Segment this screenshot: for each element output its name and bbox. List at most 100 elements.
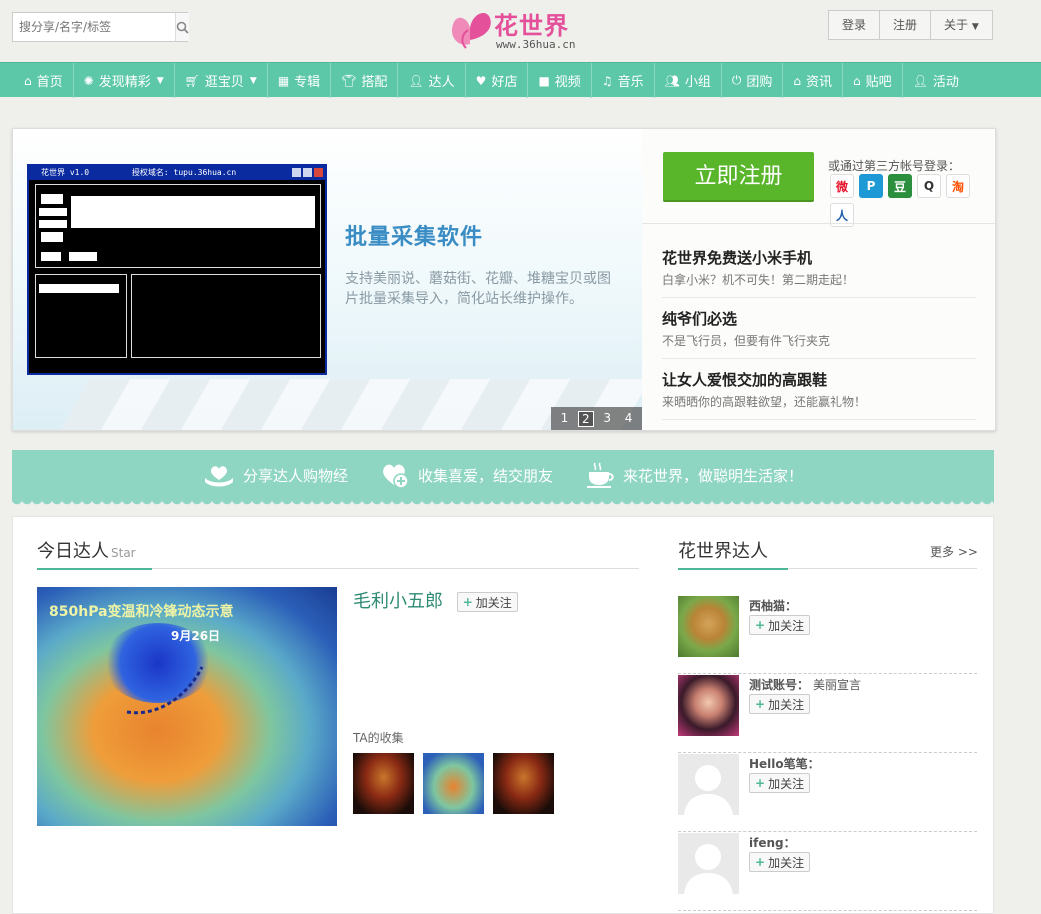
register-button[interactable]: 立即注册: [663, 152, 814, 202]
slide-page-4[interactable]: 4: [621, 411, 637, 427]
app-textarea: [71, 196, 315, 228]
nav-item-news[interactable]: ⌂ 资讯: [783, 63, 843, 98]
nav-label: 首页: [36, 75, 63, 90]
caret-down-icon: ▼: [249, 75, 257, 86]
about-menu[interactable]: 关于 ▼: [931, 11, 992, 39]
star-featured-image[interactable]: 850hPa变温和冷锋动态示意 9月26日: [37, 587, 337, 826]
register-link[interactable]: 注册: [880, 11, 932, 39]
expert-motto: 美丽宣言: [813, 678, 862, 692]
nav-item-forum[interactable]: ⌂ 贴吧: [843, 63, 903, 98]
expert-name[interactable]: 西柚猫：: [749, 597, 797, 614]
about-label: 关于: [944, 18, 969, 32]
slide-carousel[interactable]: 花世界 v1.0 授权域名: tupu.36hua.cn 批量采集软件 支持美丽…: [13, 129, 642, 430]
experts-title: 花世界达人: [678, 541, 768, 562]
nav-item-music[interactable]: ♫ 音乐: [592, 63, 655, 98]
butterfly-logo-icon: [451, 13, 491, 49]
nav-item-group[interactable]: 👥︎ 小组: [655, 63, 722, 98]
douban-icon[interactable]: 豆: [888, 174, 912, 198]
follow-label: 加关注: [768, 776, 805, 791]
app-group-box: [131, 274, 321, 358]
follow-button[interactable]: + 加关注: [749, 773, 811, 793]
video-icon: ■: [538, 73, 550, 88]
nav-item-album[interactable]: ▦ 专辑: [268, 63, 332, 98]
slogan-text: 来花世界，做聪明生活家！: [623, 466, 804, 485]
star-user: 毛利小五郎 + 加关注: [353, 587, 518, 613]
follow-label: 加关注: [768, 618, 805, 633]
app-field: [39, 208, 67, 216]
avatar[interactable]: [678, 833, 739, 894]
slide-pager: 1 2 3 4: [551, 407, 642, 430]
collection-thumbnail[interactable]: [493, 753, 554, 814]
nav-item-video[interactable]: ■ 视频: [528, 63, 592, 98]
slide-page-1[interactable]: 1: [556, 411, 572, 427]
expert-name[interactable]: 测试账号： 美丽宣言: [749, 676, 861, 693]
avatar[interactable]: [678, 675, 739, 736]
news-item[interactable]: 纯爷们必选 不是飞行员，但要有件飞行夹克: [662, 298, 976, 359]
default-avatar-icon: [684, 765, 733, 815]
collection-thumbnail[interactable]: [423, 753, 484, 814]
follow-label: 加关注: [768, 855, 805, 870]
today-star-subtitle: Star: [111, 546, 136, 560]
app-field: [41, 252, 61, 261]
plus-icon: +: [755, 776, 766, 790]
cart-icon: 🛒︎: [184, 73, 200, 88]
nav-item-expert[interactable]: 👤︎ 达人: [398, 63, 466, 98]
follow-button[interactable]: + 加关注: [749, 615, 811, 635]
caret-down-icon: ▼: [156, 75, 164, 86]
follow-button[interactable]: + 加关注: [749, 694, 811, 714]
plus-icon: +: [462, 595, 473, 609]
nav-item-outfit[interactable]: 👕︎ 搭配: [331, 63, 399, 98]
news-item[interactable]: 让女人爱恨交加的高跟鞋 来晒晒你的高跟鞋欲望，还能赢礼物！: [662, 359, 976, 420]
login-link[interactable]: 登录: [829, 11, 881, 39]
nav-item-store[interactable]: ♥ 好店: [466, 63, 529, 98]
social-login-list: 微 P 豆 Q 淘 人: [830, 174, 978, 227]
today-star-title: 今日达人 Star: [37, 537, 136, 563]
news-item[interactable]: 花世界免费送小米手机 白拿小米？机不可失！第二期走起！: [662, 237, 976, 298]
qq-icon[interactable]: Q: [917, 174, 941, 198]
site-logo[interactable]: 花世界 www.36hua.cn: [448, 4, 588, 52]
follow-button[interactable]: + 加关注: [749, 852, 811, 872]
app-button: [41, 232, 63, 242]
app-button: [69, 252, 97, 261]
nav-item-home[interactable]: ⌂ 首页: [0, 63, 74, 98]
nav-label: 贴吧: [865, 75, 892, 90]
taobao-icon[interactable]: 淘: [946, 174, 970, 198]
default-avatar-icon: [684, 844, 733, 894]
compass-icon: ✺: [83, 73, 94, 88]
search-box: [12, 12, 189, 42]
search-button[interactable]: [175, 13, 189, 41]
nav-item-groupbuy[interactable]: ⏻ 团购: [722, 63, 784, 98]
expert-item: 测试账号： 美丽宣言 + 加关注: [678, 675, 977, 753]
slide-page-2[interactable]: 2: [577, 410, 594, 427]
app-button: [41, 194, 63, 204]
expert-name[interactable]: Hello笔笔：: [749, 755, 820, 772]
home-icon: ⌂: [24, 73, 32, 88]
slide-page-3[interactable]: 3: [599, 411, 615, 427]
search-input[interactable]: [13, 13, 175, 41]
nav-item-discover[interactable]: ✺ 发现精彩 ▼: [74, 63, 175, 98]
news-desc: 白拿小米？机不可失！第二期走起！: [662, 273, 855, 287]
expert-name-text: ifeng：: [749, 836, 796, 850]
expert-name[interactable]: ifeng：: [749, 834, 796, 851]
news-title: 纯爷们必选: [662, 310, 738, 328]
app-select: [39, 284, 119, 293]
logo-name: 花世界: [494, 12, 569, 40]
avatar[interactable]: [678, 754, 739, 815]
shirt-icon: 👕︎: [341, 73, 357, 88]
nav-label: 好店: [491, 75, 518, 90]
heart-icon: ♥: [475, 73, 487, 88]
experts-more-link[interactable]: 更多 >>: [930, 543, 978, 560]
collection-thumbnail[interactable]: [353, 753, 414, 814]
slogan-text: 收集喜爱，结交朋友: [417, 466, 553, 485]
follow-button[interactable]: + 加关注: [456, 592, 518, 612]
avatar[interactable]: [678, 596, 739, 657]
plus-icon: +: [755, 618, 766, 632]
home-icon: ⌂: [853, 73, 861, 88]
nav-item-shop[interactable]: 🛒︎ 逛宝贝 ▼: [175, 63, 268, 98]
content-panel: 今日达人 Star 850hPa变温和冷锋动态示意 9月26日 毛利小五郎 + 加关…: [12, 516, 994, 914]
nav-item-event[interactable]: 👤︎ 活动: [903, 63, 969, 98]
star-username[interactable]: 毛利小五郎: [353, 591, 443, 612]
news-desc: 不是飞行员，但要有件飞行夹克: [662, 334, 831, 348]
weibo-icon[interactable]: 微: [830, 174, 854, 198]
tencent-weibo-icon[interactable]: P: [859, 174, 883, 198]
